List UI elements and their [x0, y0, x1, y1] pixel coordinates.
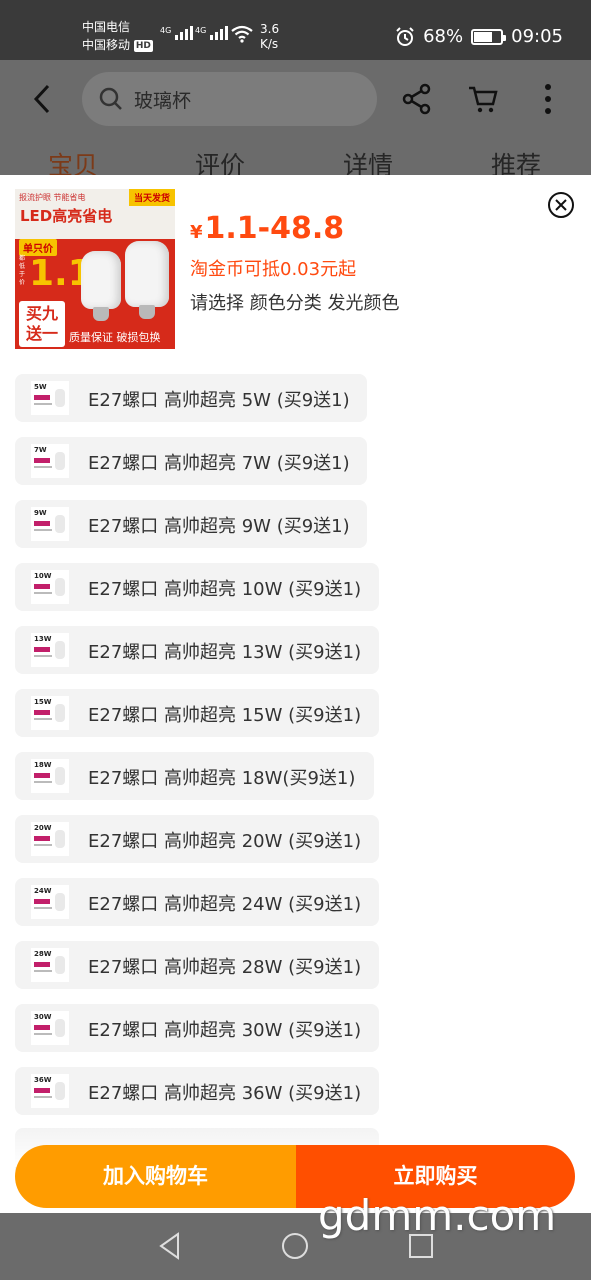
option-label: E27螺口 高帅超亮 18W(买9送1) — [88, 768, 356, 789]
thumb-badge: 当天发货 — [128, 189, 175, 206]
option-watt: 9W — [34, 509, 47, 517]
search-icon — [99, 87, 122, 110]
option-thumbnail-icon: 30W — [31, 1011, 69, 1045]
speed-unit: K/s — [260, 37, 279, 51]
thumb-headline: LED高亮省电 — [20, 207, 113, 225]
option-chip[interactable]: 36W E27螺口 高帅超亮 36W (买9送1) — [15, 1067, 379, 1115]
option-watt: 20W — [34, 824, 52, 832]
option-watt: 15W — [34, 698, 52, 706]
option-chip[interactable]: 24W E27螺口 高帅超亮 24W (买9送1) — [15, 878, 379, 926]
nav-back-icon[interactable] — [155, 1231, 185, 1261]
option-label: E27螺口 高帅超亮 36W (买9送1) — [88, 1083, 362, 1104]
battery-icon — [471, 28, 507, 45]
carrier-1: 中国电信 — [82, 20, 131, 34]
option-label: E27螺口 高帅超亮 30W (买9送1) — [88, 1020, 362, 1041]
option-watt: 13W — [34, 635, 52, 643]
alarm-icon — [396, 26, 414, 46]
option-thumbnail-icon: 9W — [31, 507, 69, 541]
option-thumbnail-icon: 28W — [31, 948, 69, 982]
more-icon[interactable] — [531, 82, 565, 116]
option-chip[interactable]: 20W E27螺口 高帅超亮 20W (买9送1) — [15, 815, 379, 863]
option-label: E27螺口 高帅超亮 7W (买9送1) — [88, 453, 350, 474]
option-watt: 30W — [34, 1013, 52, 1021]
option-watt: 18W — [34, 761, 52, 769]
bulb-image — [81, 251, 121, 309]
option-label: E27螺口 高帅超亮 13W (买9送1) — [88, 642, 362, 663]
option-thumbnail-icon: 20W — [31, 822, 69, 856]
product-thumbnail[interactable]: 报流护眼 节能省电 当天发货 LED高亮省电 单只价 都低于价 1.1 买九送一… — [15, 189, 175, 349]
option-label: E27螺口 高帅超亮 9W (买9送1) — [88, 516, 350, 537]
option-thumbnail-icon: 15W — [31, 696, 69, 730]
option-watt: 10W — [34, 572, 52, 580]
option-chip[interactable]: 28W E27螺口 高帅超亮 28W (买9送1) — [15, 941, 379, 989]
network-speed: 3.6 K/s — [260, 22, 279, 52]
signal-1-icon: 4G — [160, 26, 194, 40]
back-icon[interactable] — [28, 82, 58, 116]
option-chip[interactable]: 9W E27螺口 高帅超亮 9W (买9送1) — [15, 500, 367, 548]
option-thumbnail-icon: 7W — [31, 444, 69, 478]
signal-2-icon: 4G — [195, 26, 229, 40]
price-range: ¥1.1-48.8 — [190, 211, 344, 246]
option-watt: 7W — [34, 446, 47, 454]
navigation-bar: gdmm.com — [0, 1191, 591, 1280]
close-icon[interactable] — [547, 191, 575, 219]
option-chip[interactable]: 7W E27螺口 高帅超亮 7W (买9送1) — [15, 437, 367, 485]
bulb-base — [93, 307, 109, 321]
option-chip[interactable]: 18W E27螺口 高帅超亮 18W(买9送1) — [15, 752, 374, 800]
select-prompt: 请选择 颜色分类 发光颜色 — [190, 293, 400, 314]
page-tabs: 宝贝 评价 详情 推荐 — [0, 142, 591, 180]
option-chip[interactable]: 13W E27螺口 高帅超亮 13W (买9送1) — [15, 626, 379, 674]
search-text: 玻璃杯 — [134, 90, 192, 112]
cart-icon[interactable] — [466, 82, 500, 116]
option-watt: 28W — [34, 950, 52, 958]
sku-selection-sheet: 报流护眼 节能省电 当天发货 LED高亮省电 单只价 都低于价 1.1 买九送一… — [0, 175, 591, 1213]
option-label: E27螺口 高帅超亮 24W (买9送1) — [88, 894, 362, 915]
clock: 09:05 — [511, 26, 563, 47]
option-thumbnail-icon: 13W — [31, 633, 69, 667]
thumb-promo: 买九送一 — [19, 301, 65, 347]
network-type-2: 4G — [195, 26, 207, 35]
option-thumbnail-icon: 10W — [31, 570, 69, 604]
option-label: E27螺口 高帅超亮 15W (买9送1) — [88, 705, 362, 726]
price-value: 1.1-48.8 — [204, 211, 345, 246]
option-thumbnail-icon: 18W — [31, 759, 69, 793]
search-bar[interactable]: 玻璃杯 — [82, 72, 377, 126]
watermark: gdmm.com — [318, 1191, 557, 1240]
option-thumbnail-icon: 36W — [31, 1074, 69, 1108]
option-chip[interactable]: 10W E27螺口 高帅超亮 10W (买9送1) — [15, 563, 379, 611]
nav-home-icon[interactable] — [280, 1231, 310, 1261]
wifi-icon — [231, 25, 253, 43]
thumb-footer: 质量保证 破损包换 — [69, 331, 161, 344]
status-bar: 中国电信 中国移动 HD 4G 4G 3.6 K/s 68% 09:05 — [0, 0, 591, 60]
currency-symbol: ¥ — [190, 222, 203, 243]
option-thumbnail-icon: 24W — [31, 885, 69, 919]
thumb-small-label: 都低于价 — [19, 255, 26, 286]
option-label: E27螺口 高帅超亮 20W (买9送1) — [88, 831, 362, 852]
option-label: E27螺口 高帅超亮 10W (买9送1) — [88, 579, 362, 600]
option-watt: 5W — [34, 383, 47, 391]
bulb-image — [125, 241, 169, 307]
coin-offer: 淘金币可抵0.03元起 — [190, 259, 357, 280]
option-label: E27螺口 高帅超亮 5W (买9送1) — [88, 390, 350, 411]
option-chip[interactable]: 15W E27螺口 高帅超亮 15W (买9送1) — [15, 689, 379, 737]
option-thumbnail-icon: 5W — [31, 381, 69, 415]
option-watt: 24W — [34, 887, 52, 895]
share-icon[interactable] — [400, 82, 434, 116]
option-chip[interactable]: 30W E27螺口 高帅超亮 30W (买9送1) — [15, 1004, 379, 1052]
hd-badge: HD — [133, 39, 153, 52]
thumb-strip-text: 报流护眼 节能省电 — [19, 193, 86, 202]
option-chip[interactable]: 5W E27螺口 高帅超亮 5W (买9送1) — [15, 374, 367, 422]
add-to-cart-button[interactable]: 加入购物车 — [15, 1145, 296, 1208]
product-header: 玻璃杯 宝贝 评价 详情 推荐 — [0, 60, 591, 180]
battery-percent: 68% — [423, 26, 464, 47]
carrier-2: 中国移动 — [82, 38, 131, 52]
carrier-info: 中国电信 中国移动 HD — [82, 18, 153, 54]
speed-value: 3.6 — [260, 22, 280, 36]
bulb-base — [139, 305, 155, 319]
option-label: E27螺口 高帅超亮 28W (买9送1) — [88, 957, 362, 978]
network-type-1: 4G — [160, 26, 172, 35]
option-watt: 36W — [34, 1076, 52, 1084]
